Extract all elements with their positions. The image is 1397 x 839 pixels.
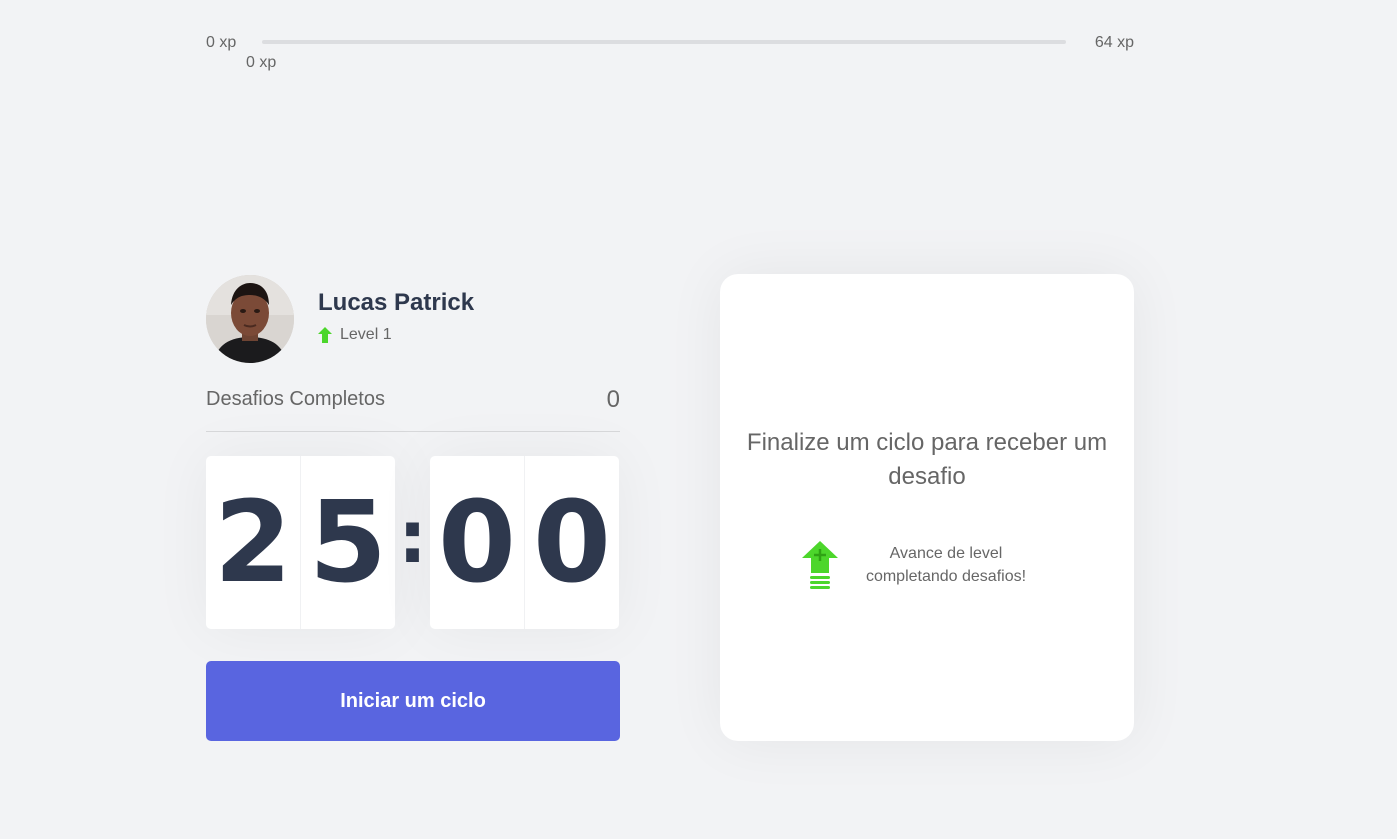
minute-tens-digit: 2 xyxy=(214,477,292,608)
challenge-hint: Avance de level completando desafios! xyxy=(802,541,1036,589)
profile: Lucas Patrick Level 1 xyxy=(206,275,620,363)
xp-min-label: 0 xp xyxy=(206,34,237,51)
completed-challenges: Desafios Completos 0 xyxy=(206,384,620,432)
completed-challenges-label: Desafios Completos xyxy=(206,388,385,410)
xp-current-label: 0 xp xyxy=(246,54,277,71)
second-ones-digit: 0 xyxy=(524,456,619,629)
app-root: 0 xp 0 xp 64 xp Lucas Patrick Level 1 De… xyxy=(0,0,1397,839)
challenge-card: Finalize um ciclo para receber um desafi… xyxy=(720,274,1134,741)
avatar-image xyxy=(206,275,294,363)
minute-ones-digit: 5 xyxy=(300,456,395,629)
level-up-arrow-icon xyxy=(318,327,332,343)
level-label: Level 1 xyxy=(340,326,392,343)
time-separator: : xyxy=(398,494,427,579)
level-up-icon xyxy=(802,541,838,589)
countdown-timer: 2 5 : 0 0 xyxy=(206,456,620,629)
profile-name: Lucas Patrick xyxy=(318,289,475,316)
minutes-group: 2 5 xyxy=(206,456,395,629)
challenge-hint-line1: Avance de level xyxy=(889,545,1003,562)
experience-bar: 0 xp 0 xp 64 xp xyxy=(206,32,1134,72)
challenge-card-title: Finalize um ciclo para receber um desafi… xyxy=(746,429,1108,490)
seconds-group: 0 0 xyxy=(430,456,619,629)
challenge-hint-line2: completando desafios! xyxy=(865,568,1027,585)
avatar xyxy=(206,275,294,363)
level-row: Level 1 xyxy=(318,326,392,344)
xp-track xyxy=(262,40,1066,44)
xp-max-label: 64 xp xyxy=(1094,34,1134,51)
completed-challenges-count: 0 xyxy=(606,386,620,413)
start-cycle-button[interactable]: Iniciar um ciclo xyxy=(206,661,620,741)
second-tens-digit: 0 xyxy=(438,477,516,608)
challenge-hint-text: Avance de level completando desafios! xyxy=(856,542,1036,588)
